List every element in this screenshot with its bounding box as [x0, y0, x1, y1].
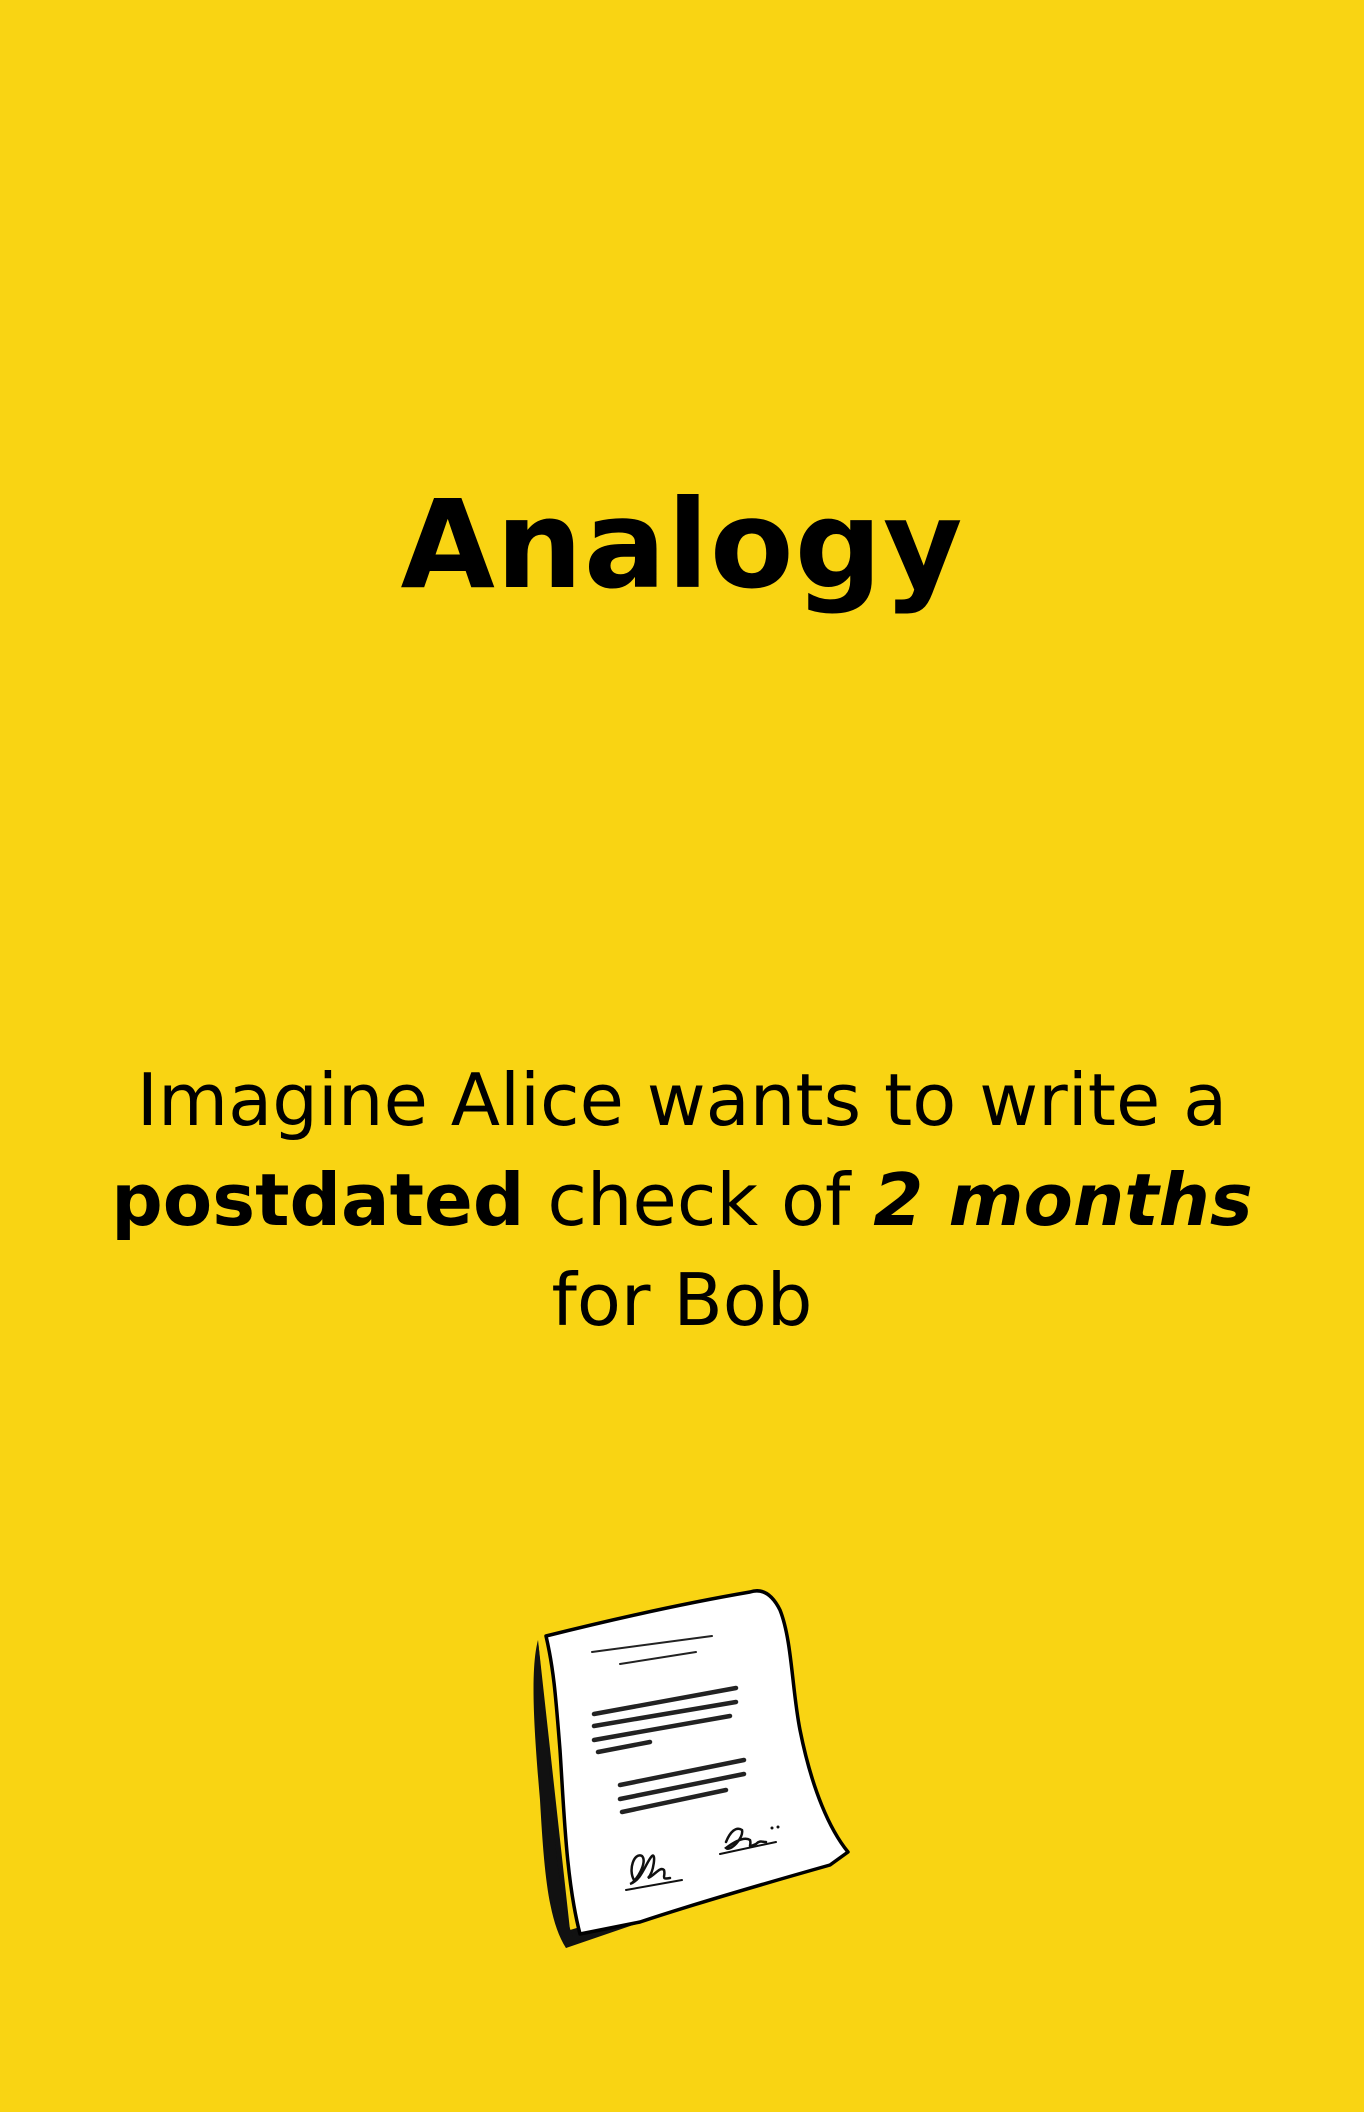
body-line-1: Imagine Alice wants to write a [136, 1058, 1228, 1142]
signed-document-icon [533, 1589, 850, 1948]
slide-title: Analogy [400, 474, 964, 616]
slide-body-text: Imagine Alice wants to write a postdated… [80, 1050, 1284, 1350]
body-bold-word: postdated [111, 1158, 525, 1242]
body-line-3: for Bob [551, 1258, 813, 1342]
body-middle-text: check of [524, 1158, 874, 1242]
slide-page: Analogy Imagine Alice wants to write a p… [0, 0, 1364, 2112]
body-emphasis: 2 months [873, 1158, 1253, 1242]
